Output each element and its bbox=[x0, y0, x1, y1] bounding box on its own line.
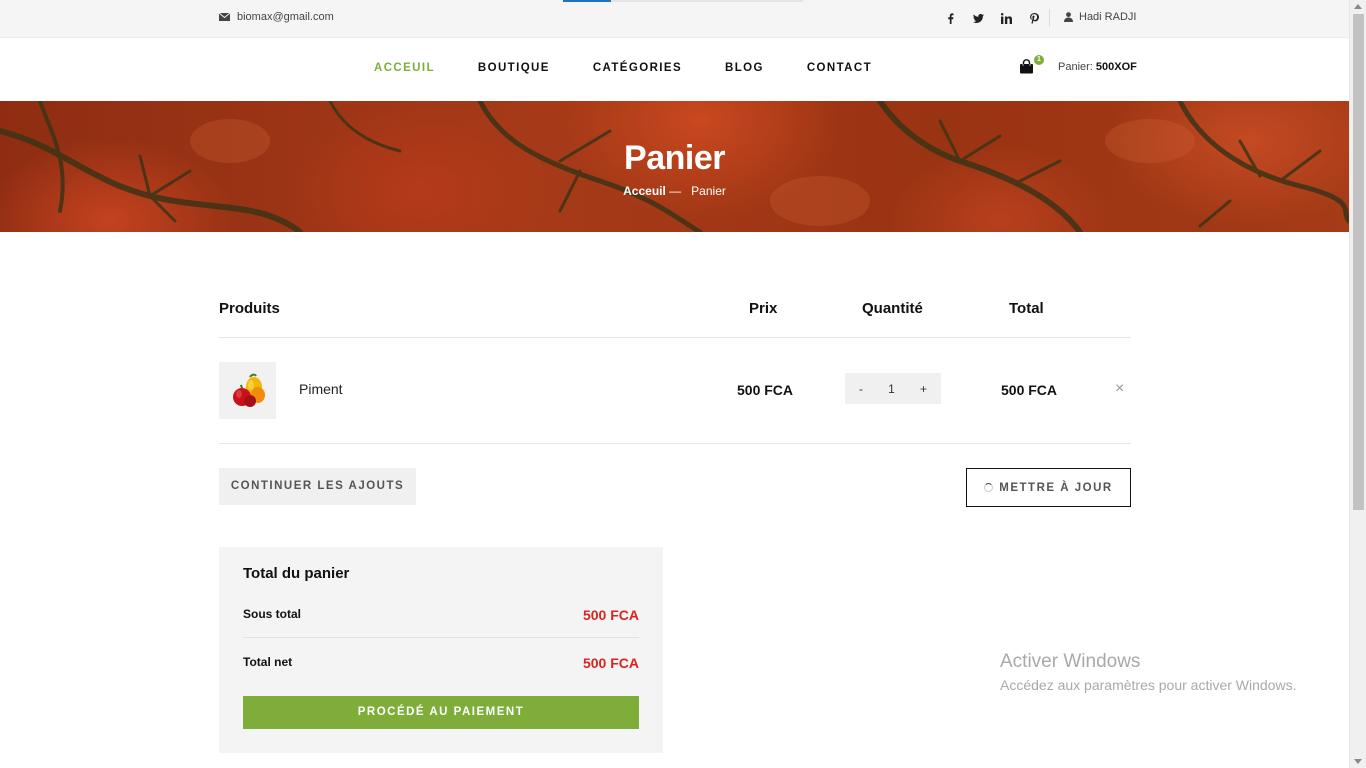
breadcrumb-current: Panier bbox=[691, 184, 726, 198]
pepper-image bbox=[232, 373, 265, 407]
page-hero: Panier Acceuil — Panier bbox=[0, 101, 1349, 232]
cart-table-header: Produits Prix Quantité Total bbox=[219, 300, 1131, 338]
nav-contact[interactable]: CONTACT bbox=[807, 62, 872, 74]
product-total: 500 FCA bbox=[1001, 382, 1058, 398]
mail-icon bbox=[219, 13, 230, 21]
topbar: biomax@gmail.com Hadi RADJI bbox=[0, 0, 1349, 38]
main-header: ACCEUIL BOUTIQUE CATÉGORIES BLOG CONTACT… bbox=[0, 38, 1349, 101]
user-icon bbox=[1064, 12, 1073, 22]
cart-button[interactable]: 1 bbox=[1019, 55, 1044, 75]
windows-activation-title: Activer Windows bbox=[1000, 651, 1141, 672]
facebook-icon[interactable] bbox=[936, 10, 964, 26]
checkout-button[interactable]: PROCÉDÉ AU PAIEMENT bbox=[243, 696, 639, 729]
net-total-value: 500 FCA bbox=[582, 655, 639, 671]
net-total-line: Total net 500 FCA bbox=[243, 655, 639, 685]
windows-activation-subtitle: Accédez aux paramètres pour activer Wind… bbox=[1000, 677, 1297, 693]
cart-label: Panier: bbox=[1058, 61, 1093, 73]
cart-amount: 500XOF bbox=[1095, 61, 1137, 73]
email-text: biomax@gmail.com bbox=[237, 11, 334, 23]
net-total-label: Total net bbox=[243, 655, 293, 669]
nav-boutique[interactable]: BOUTIQUE bbox=[478, 62, 550, 74]
product-price: 500 FCA bbox=[737, 382, 794, 398]
social-links bbox=[936, 10, 1048, 26]
loading-spinner-icon bbox=[984, 483, 994, 492]
shopping-bag-icon bbox=[1020, 59, 1033, 74]
page-scrollbar[interactable] bbox=[1349, 0, 1366, 768]
loading-bar bbox=[563, 0, 803, 2]
update-cart-label: METTRE À JOUR bbox=[999, 481, 1113, 494]
cart-summary: Panier: 500XOF bbox=[1058, 61, 1137, 73]
subtotal-line: Sous total 500 FCA bbox=[243, 607, 639, 638]
cart-totals-title: Total du panier bbox=[243, 565, 350, 582]
page-title: Panier bbox=[624, 139, 725, 177]
header-total: Total bbox=[1009, 300, 1044, 317]
scrollbar-thumb[interactable] bbox=[1353, 14, 1364, 510]
page: biomax@gmail.com Hadi RADJI ACCEUIL BOUT… bbox=[0, 0, 1366, 768]
header-products: Produits bbox=[219, 300, 280, 317]
subtotal-value: 500 FCA bbox=[582, 607, 639, 623]
cart-totals-panel: Total du panier Sous total 500 FCA Total… bbox=[219, 547, 663, 753]
linkedin-icon[interactable] bbox=[992, 10, 1020, 26]
user-name: Hadi RADJI bbox=[1079, 11, 1137, 23]
header-price: Prix bbox=[749, 300, 778, 317]
user-account[interactable]: Hadi RADJI bbox=[1064, 11, 1136, 23]
cart-row: Piment 500 FCA - 1 + 500 FCA × bbox=[219, 338, 1131, 444]
breadcrumb-separator: — bbox=[669, 184, 682, 198]
nav-accueil[interactable]: ACCEUIL bbox=[374, 62, 435, 74]
cart-count-badge: 1 bbox=[1034, 55, 1044, 65]
subtotal-label: Sous total bbox=[243, 607, 302, 621]
topbar-email: biomax@gmail.com bbox=[219, 11, 334, 23]
nav-blog[interactable]: BLOG bbox=[725, 62, 764, 74]
scroll-up-icon[interactable] bbox=[1354, 4, 1362, 9]
quantity-increase-button[interactable]: + bbox=[920, 382, 927, 396]
twitter-icon[interactable] bbox=[964, 10, 992, 26]
quantity-value[interactable]: 1 bbox=[888, 382, 895, 396]
quantity-stepper[interactable]: - 1 + bbox=[845, 373, 941, 404]
remove-item-icon[interactable]: × bbox=[1115, 381, 1124, 397]
topbar-divider bbox=[1049, 9, 1050, 27]
pinterest-icon[interactable] bbox=[1020, 10, 1048, 26]
nav-categories[interactable]: CATÉGORIES bbox=[593, 62, 682, 74]
main-nav: ACCEUIL BOUTIQUE CATÉGORIES BLOG CONTACT bbox=[374, 62, 915, 74]
product-name[interactable]: Piment bbox=[299, 381, 343, 397]
quantity-decrease-button[interactable]: - bbox=[859, 382, 863, 396]
breadcrumb: Acceuil — Panier bbox=[0, 184, 1349, 198]
product-thumbnail[interactable] bbox=[219, 362, 276, 419]
update-cart-button[interactable]: METTRE À JOUR bbox=[966, 468, 1131, 507]
breadcrumb-home[interactable]: Acceuil bbox=[623, 184, 666, 198]
continue-shopping-button[interactable]: CONTINUER LES AJOUTS bbox=[219, 468, 416, 505]
header-quantity: Quantité bbox=[862, 300, 923, 317]
scroll-down-icon[interactable] bbox=[1354, 759, 1362, 764]
